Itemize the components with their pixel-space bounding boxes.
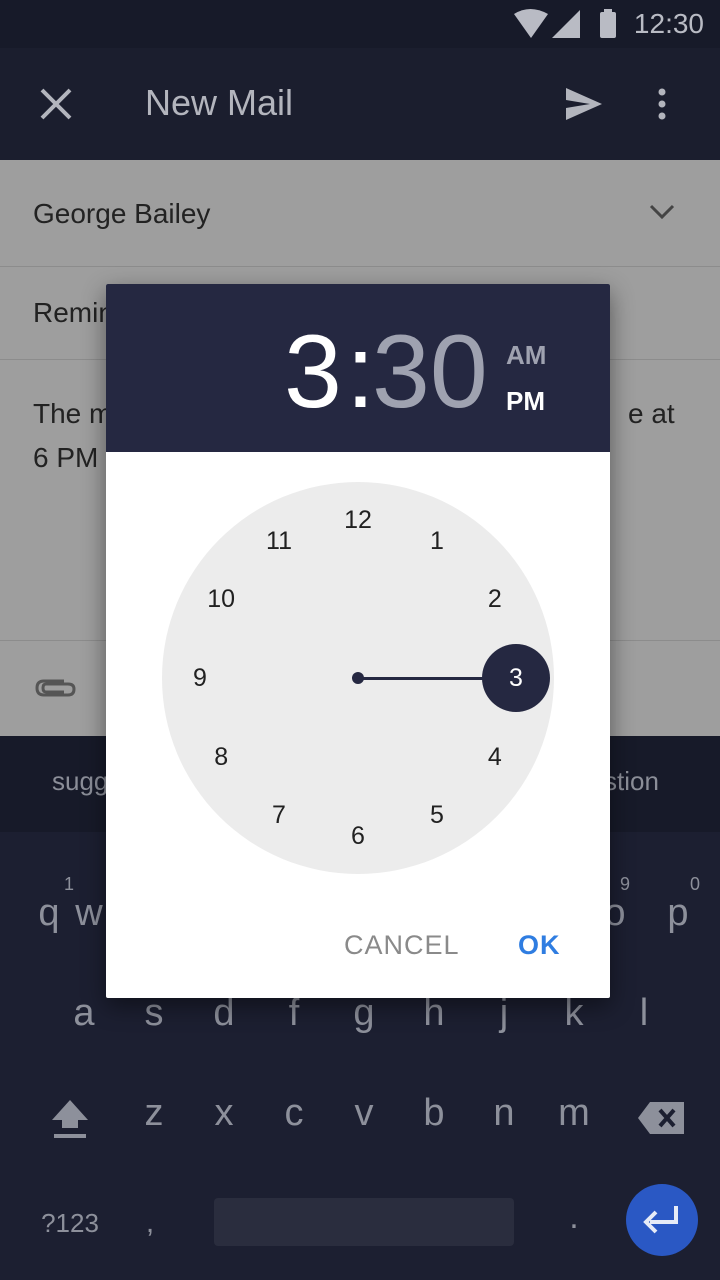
- clock-number-12[interactable]: 12: [333, 505, 383, 535]
- clock-center-dot: [352, 672, 364, 684]
- clock-number-9[interactable]: 9: [175, 663, 225, 693]
- clock-number-8[interactable]: 8: [196, 742, 246, 772]
- cancel-button[interactable]: CANCEL: [344, 930, 460, 961]
- pm-toggle[interactable]: PM: [506, 386, 545, 417]
- time-picker-dialog: 3 : 30 AM PM 3 12 1 2 4 5 6 7 8 9 10 11 CANCEL OK: [106, 284, 610, 998]
- clock-face[interactable]: 3 12 1 2 4 5 6 7 8 9 10 11: [162, 482, 554, 874]
- minute-display[interactable]: 30: [372, 312, 488, 432]
- selected-hour-label: 3: [509, 664, 523, 692]
- clock-number-7[interactable]: 7: [254, 800, 304, 830]
- hour-selector[interactable]: 3: [482, 644, 550, 712]
- time-header: 3 : 30 AM PM: [106, 284, 610, 452]
- clock-number-1[interactable]: 1: [412, 526, 462, 556]
- hour-display[interactable]: 3: [284, 312, 342, 432]
- am-toggle[interactable]: AM: [506, 340, 546, 371]
- clock-number-11[interactable]: 11: [254, 526, 304, 556]
- clock-number-10[interactable]: 10: [196, 584, 246, 614]
- clock-number-4[interactable]: 4: [470, 742, 520, 772]
- clock-number-5[interactable]: 5: [412, 800, 462, 830]
- clock-number-6[interactable]: 6: [333, 821, 383, 851]
- ok-button[interactable]: OK: [518, 930, 561, 961]
- time-separator: :: [346, 314, 375, 430]
- clock-number-2[interactable]: 2: [470, 584, 520, 614]
